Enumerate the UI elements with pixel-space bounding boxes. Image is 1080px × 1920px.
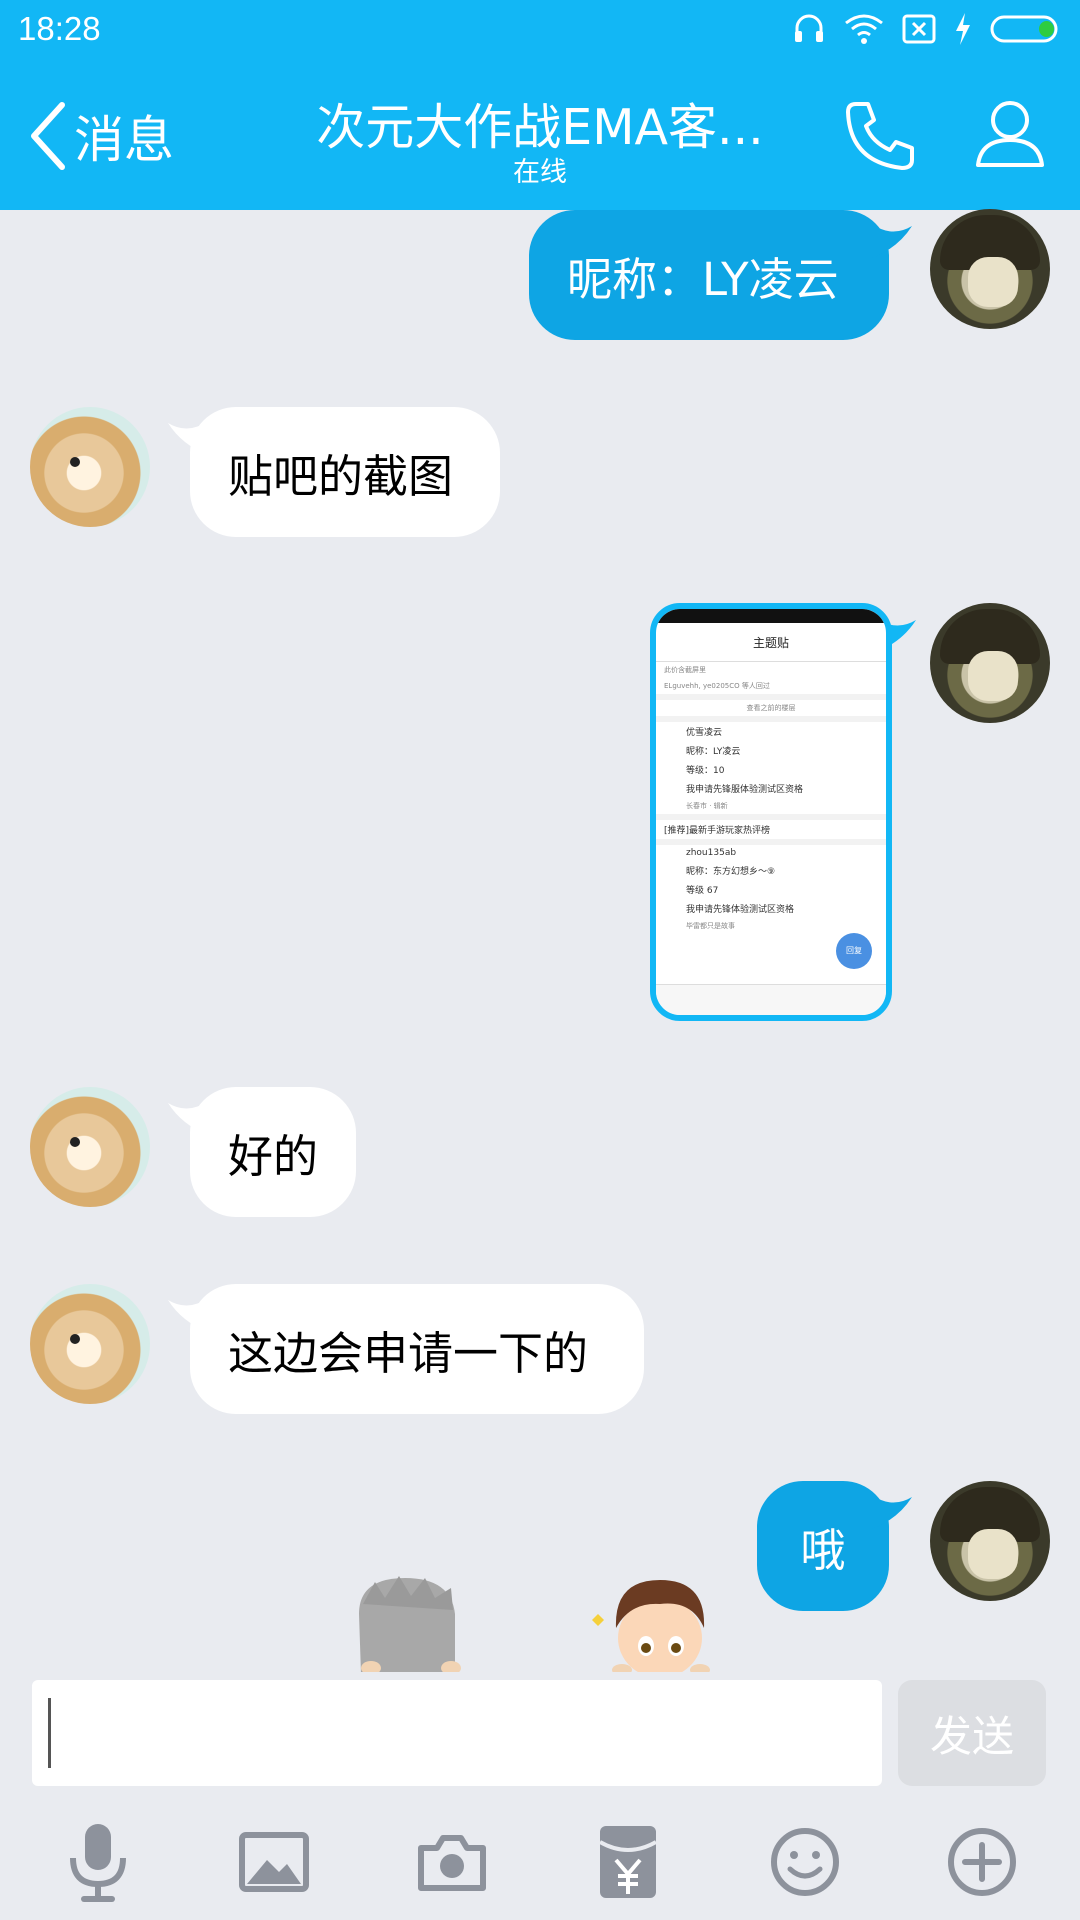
- status-time: 18:28: [18, 10, 101, 47]
- screenshot-line: 等级 67: [686, 886, 719, 896]
- message-text: 贴吧的截图: [228, 449, 454, 503]
- message-text: 好的: [228, 1129, 319, 1183]
- back-label: 消息: [74, 111, 174, 169]
- bubble-tail: [872, 1495, 912, 1529]
- screenshot-line: 此价含截屏里: [664, 666, 706, 674]
- text-caret: [48, 1698, 51, 1768]
- online-status: 在线: [513, 157, 567, 188]
- call-button[interactable]: [842, 98, 918, 178]
- contact-avatar[interactable]: [30, 1284, 150, 1404]
- message-input[interactable]: [32, 1680, 882, 1786]
- my-avatar[interactable]: [930, 1481, 1050, 1601]
- voice-button[interactable]: [56, 1820, 140, 1904]
- screenshot-title: 主题贴: [752, 635, 789, 650]
- plus-icon: [948, 1828, 1016, 1896]
- profile-button[interactable]: [975, 98, 1045, 172]
- chat-title: 次元大作战EMA客...: [316, 99, 764, 156]
- message-bubble[interactable]: 贴吧的截图: [190, 407, 500, 537]
- contact-avatar[interactable]: [30, 407, 150, 527]
- boy-cartoon-figure: [592, 1580, 710, 1674]
- screenshot-line: 昵称：LY凌云: [686, 747, 741, 757]
- image-icon: [239, 1832, 309, 1892]
- my-avatar[interactable]: [930, 209, 1050, 329]
- message-bubble[interactable]: 这边会申请一下的: [190, 1284, 644, 1414]
- message-bubble[interactable]: 昵称：LY凌云: [529, 210, 889, 340]
- red-packet-icon: [599, 1826, 657, 1898]
- screenshot-fab-label: 回复: [846, 946, 862, 955]
- message-bubble[interactable]: 好的: [190, 1087, 356, 1217]
- bubble-tail: [872, 224, 912, 258]
- image-message[interactable]: 主题贴 此价含截屏里 ELguvehh, ye0205CO 等人回过 查看之前的…: [650, 603, 892, 1021]
- screenshot-line: 长春市 · 辑新: [686, 802, 728, 810]
- chevron-left-icon: [31, 102, 65, 170]
- title-bar: 18:28 消息 次元大作战EMA客... 在线: [0, 0, 1080, 210]
- screenshot-line: 查看之前的楼层: [746, 704, 796, 712]
- phone-icon: [846, 102, 914, 170]
- screenshot-line: ELguvehh, ye0205CO 等人回过: [664, 682, 770, 690]
- screenshot-line: 等级：10: [686, 766, 725, 776]
- photo-button[interactable]: [232, 1820, 316, 1904]
- camera-button[interactable]: [410, 1820, 494, 1904]
- emoji-icon: [771, 1828, 839, 1896]
- message-bubble[interactable]: 哦: [757, 1481, 889, 1611]
- contact-avatar[interactable]: [30, 1087, 150, 1207]
- screenshot-line: 我申请先锋体验测试区资格: [686, 905, 795, 915]
- emoji-button[interactable]: [763, 1820, 847, 1904]
- camera-icon: [418, 1835, 486, 1891]
- message-text: 昵称：LY凌云: [567, 252, 839, 306]
- screenshot-header: 主题贴: [656, 623, 886, 662]
- headset-icon: [795, 14, 823, 42]
- wifi-icon: [845, 14, 883, 44]
- gray-cartoon-figure: [359, 1576, 461, 1674]
- screenshot-fab: 回复: [836, 933, 872, 969]
- send-button[interactable]: 发送: [898, 1680, 1046, 1786]
- bubble-tail: [168, 1298, 208, 1332]
- back-button[interactable]: 消息: [28, 96, 174, 176]
- screenshot-line: 昵称：东方幻想乡～⑨: [686, 867, 776, 877]
- person-icon: [976, 101, 1044, 167]
- screenshot-user: zhou135ab: [686, 848, 737, 858]
- message-text: 哦: [800, 1523, 846, 1577]
- microphone-icon: [70, 1824, 126, 1902]
- bubble-tail: [168, 1101, 208, 1135]
- bubble-tail: [168, 421, 208, 455]
- more-button[interactable]: [940, 1820, 1024, 1904]
- message-text: 这边会申请一下的: [228, 1326, 589, 1380]
- charging-icon: [956, 13, 970, 45]
- screenshot-line: [推荐]最新手游玩家热评榜: [664, 826, 771, 836]
- screenshot-bottom-bar: [656, 984, 886, 1015]
- battery-icon: [990, 15, 1058, 43]
- red-packet-button[interactable]: [586, 1820, 670, 1904]
- screenshot-user: 优雪凌云: [686, 728, 723, 738]
- my-avatar[interactable]: [930, 603, 1050, 723]
- status-icons: [792, 12, 1062, 46]
- screenshot-user: 毕雷都只是故事: [686, 922, 735, 930]
- input-area: 发送: [0, 1672, 1080, 1920]
- no-sim-icon: [902, 14, 936, 44]
- screenshot-line: 我申请先锋服体验测试区资格: [686, 785, 804, 795]
